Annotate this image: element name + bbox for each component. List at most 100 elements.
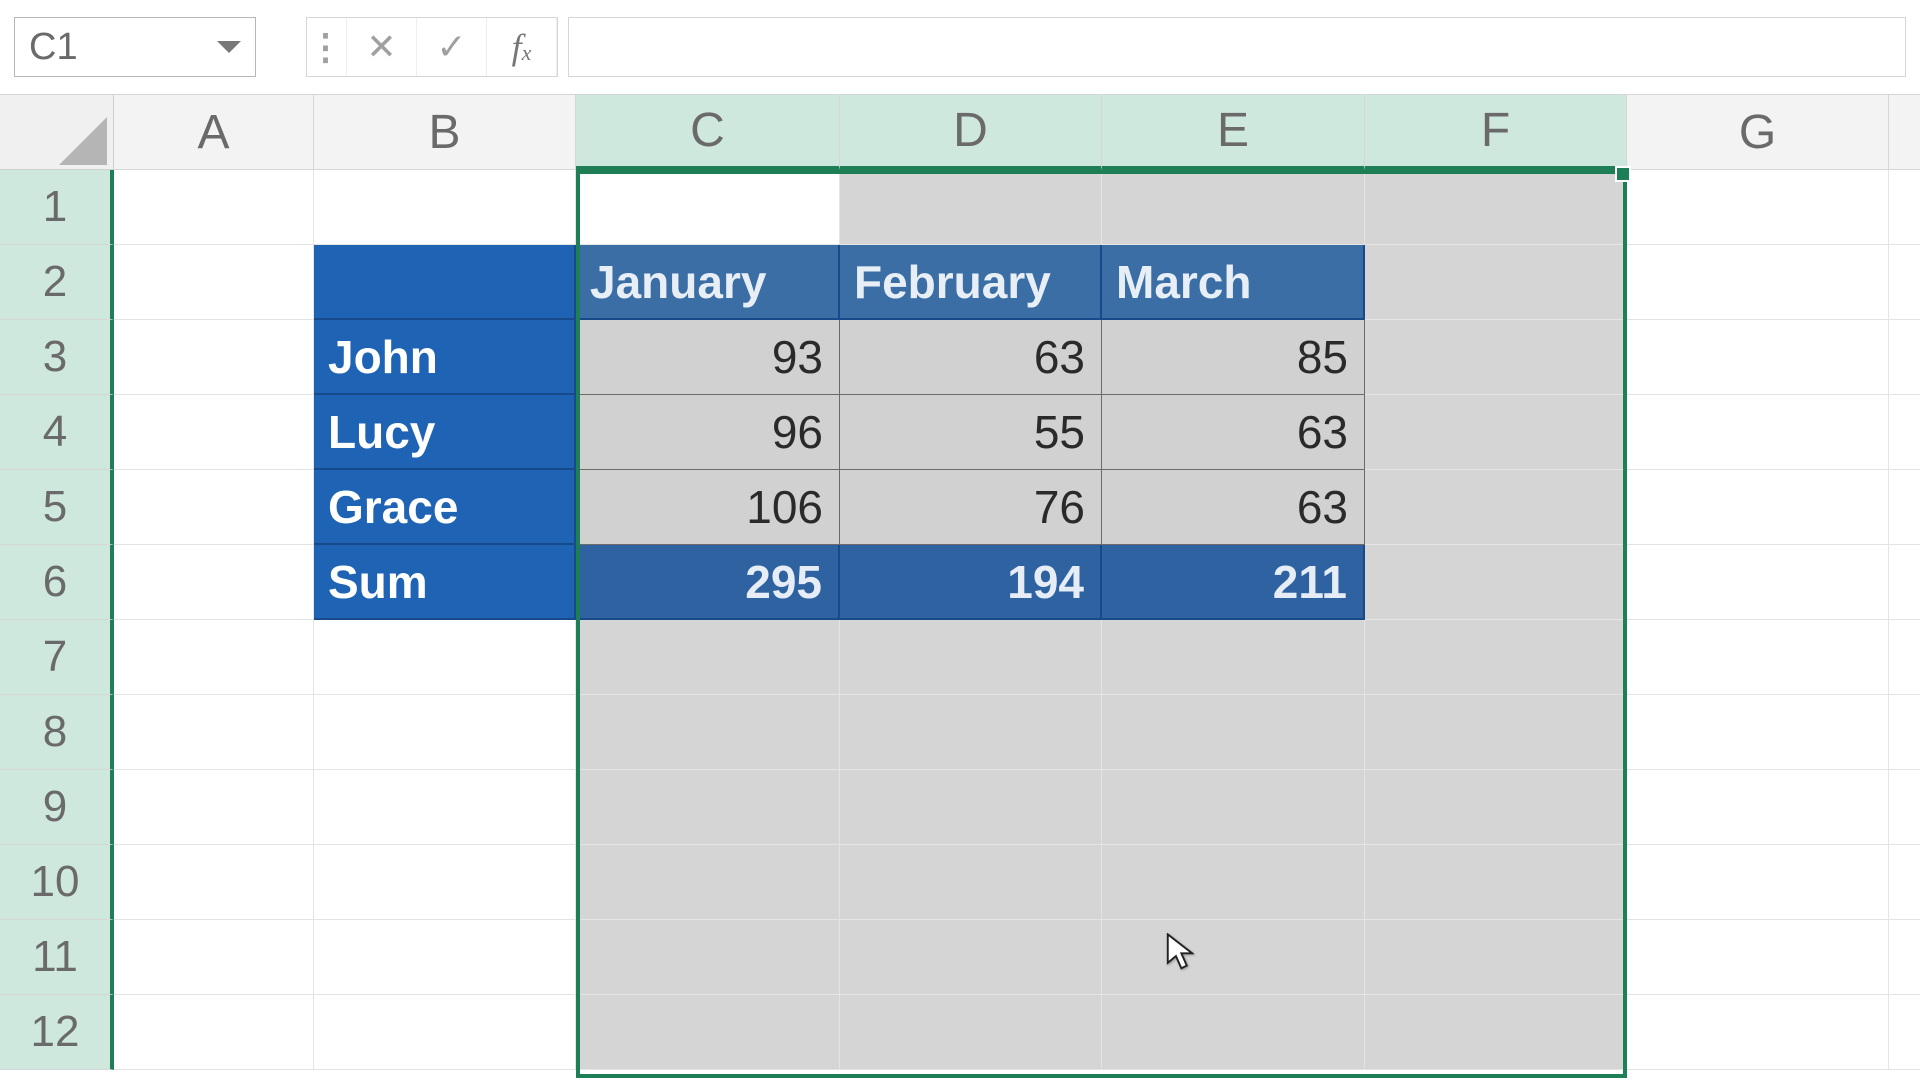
cell-F6[interactable] — [1365, 545, 1627, 620]
cell-E6[interactable]: 211 — [1102, 545, 1365, 620]
cell-B2[interactable] — [314, 245, 576, 320]
cell-D5[interactable]: 76 — [840, 470, 1102, 545]
cell-ov2[interactable] — [1889, 245, 1920, 320]
cell-F12[interactable] — [1365, 995, 1627, 1070]
cell-B4[interactable]: Lucy — [314, 395, 576, 470]
cell-G3[interactable] — [1627, 320, 1889, 395]
cell-C8[interactable] — [576, 695, 840, 770]
row-header-4[interactable]: 4 — [0, 395, 114, 470]
cell-B10[interactable] — [314, 845, 576, 920]
spreadsheet-grid[interactable]: A B C D E F G 1 2 3 4 5 6 7 8 9 10 11 12… — [0, 95, 1920, 1070]
cell-C2[interactable]: January — [576, 245, 840, 320]
cell-F9[interactable] — [1365, 770, 1627, 845]
row-header-8[interactable]: 8 — [0, 695, 114, 770]
cell-G12[interactable] — [1627, 995, 1889, 1070]
col-header-overflow[interactable] — [1889, 95, 1920, 170]
cell-F2[interactable] — [1365, 245, 1627, 320]
cell-D12[interactable] — [840, 995, 1102, 1070]
cell-F11[interactable] — [1365, 920, 1627, 995]
cell-F1[interactable] — [1365, 170, 1627, 245]
cell-D8[interactable] — [840, 695, 1102, 770]
cell-A12[interactable] — [114, 995, 314, 1070]
cell-D11[interactable] — [840, 920, 1102, 995]
cell-E2[interactable]: March — [1102, 245, 1365, 320]
cell-A10[interactable] — [114, 845, 314, 920]
cell-D2[interactable]: February — [840, 245, 1102, 320]
cell-C7[interactable] — [576, 620, 840, 695]
cell-C3[interactable]: 93 — [576, 320, 840, 395]
cell-B11[interactable] — [314, 920, 576, 995]
cell-E4[interactable]: 63 — [1102, 395, 1365, 470]
cell-B3[interactable]: John — [314, 320, 576, 395]
cell-B5[interactable]: Grace — [314, 470, 576, 545]
cell-G5[interactable] — [1627, 470, 1889, 545]
name-box[interactable]: C1 — [14, 17, 256, 77]
cell-G1[interactable] — [1627, 170, 1889, 245]
cell-D1[interactable] — [840, 170, 1102, 245]
cell-F10[interactable] — [1365, 845, 1627, 920]
col-header-F[interactable]: F — [1365, 95, 1627, 170]
cell-A7[interactable] — [114, 620, 314, 695]
cell-B12[interactable] — [314, 995, 576, 1070]
cell-A9[interactable] — [114, 770, 314, 845]
cell-G2[interactable] — [1627, 245, 1889, 320]
cell-G8[interactable] — [1627, 695, 1889, 770]
cell-G7[interactable] — [1627, 620, 1889, 695]
cell-E9[interactable] — [1102, 770, 1365, 845]
col-header-G[interactable]: G — [1627, 95, 1889, 170]
cell-C12[interactable] — [576, 995, 840, 1070]
col-header-B[interactable]: B — [314, 95, 576, 170]
cell-ov12[interactable] — [1889, 995, 1920, 1070]
row-header-12[interactable]: 12 — [0, 995, 114, 1070]
cell-E5[interactable]: 63 — [1102, 470, 1365, 545]
cell-B8[interactable] — [314, 695, 576, 770]
cell-G10[interactable] — [1627, 845, 1889, 920]
insert-function-button[interactable]: fx — [487, 18, 557, 76]
chevron-down-icon[interactable] — [217, 41, 241, 53]
cell-ov4[interactable] — [1889, 395, 1920, 470]
cell-E10[interactable] — [1102, 845, 1365, 920]
cell-D7[interactable] — [840, 620, 1102, 695]
cell-ov6[interactable] — [1889, 545, 1920, 620]
cell-ov8[interactable] — [1889, 695, 1920, 770]
row-header-10[interactable]: 10 — [0, 845, 114, 920]
cell-B9[interactable] — [314, 770, 576, 845]
cell-A8[interactable] — [114, 695, 314, 770]
cell-D3[interactable]: 63 — [840, 320, 1102, 395]
cell-C10[interactable] — [576, 845, 840, 920]
col-header-E[interactable]: E — [1102, 95, 1365, 170]
cell-A3[interactable] — [114, 320, 314, 395]
cell-G9[interactable] — [1627, 770, 1889, 845]
cell-B7[interactable] — [314, 620, 576, 695]
cell-C6[interactable]: 295 — [576, 545, 840, 620]
cell-A11[interactable] — [114, 920, 314, 995]
cell-C4[interactable]: 96 — [576, 395, 840, 470]
cell-F7[interactable] — [1365, 620, 1627, 695]
cell-ov11[interactable] — [1889, 920, 1920, 995]
cell-ov5[interactable] — [1889, 470, 1920, 545]
cell-F3[interactable] — [1365, 320, 1627, 395]
cell-B6[interactable]: Sum — [314, 545, 576, 620]
cell-E1[interactable] — [1102, 170, 1365, 245]
cell-C9[interactable] — [576, 770, 840, 845]
cell-D10[interactable] — [840, 845, 1102, 920]
row-header-6[interactable]: 6 — [0, 545, 114, 620]
cell-D6[interactable]: 194 — [840, 545, 1102, 620]
cell-ov9[interactable] — [1889, 770, 1920, 845]
cell-B1[interactable] — [314, 170, 576, 245]
cell-C1[interactable] — [576, 170, 840, 245]
cell-A5[interactable] — [114, 470, 314, 545]
more-icon[interactable]: ⋮ — [307, 18, 347, 76]
cell-G4[interactable] — [1627, 395, 1889, 470]
row-header-3[interactable]: 3 — [0, 320, 114, 395]
col-header-D[interactable]: D — [840, 95, 1102, 170]
cell-D4[interactable]: 55 — [840, 395, 1102, 470]
cancel-formula-button[interactable]: ✕ — [347, 18, 417, 76]
row-header-2[interactable]: 2 — [0, 245, 114, 320]
cell-ov3[interactable] — [1889, 320, 1920, 395]
cell-F8[interactable] — [1365, 695, 1627, 770]
confirm-formula-button[interactable]: ✓ — [417, 18, 487, 76]
cell-G11[interactable] — [1627, 920, 1889, 995]
cell-A1[interactable] — [114, 170, 314, 245]
cell-F5[interactable] — [1365, 470, 1627, 545]
